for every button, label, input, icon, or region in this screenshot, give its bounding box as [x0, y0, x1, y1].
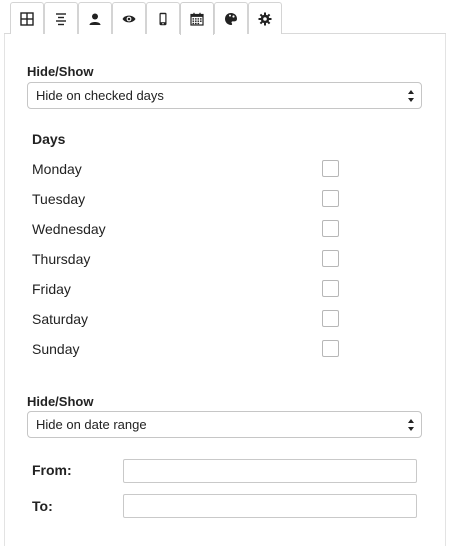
calendar-icon: [190, 12, 204, 26]
days-hide-show-select[interactable]: Hide on checked days: [27, 82, 422, 109]
tab-visibility[interactable]: [112, 2, 146, 34]
grid-icon: [20, 11, 34, 26]
select-arrows-icon: [407, 418, 415, 432]
align-center-icon: [54, 12, 68, 26]
day-row-sunday: Sunday: [32, 340, 342, 360]
date-hide-show-label: Hide/Show: [27, 394, 94, 409]
day-checkbox-wednesday[interactable]: [322, 220, 339, 237]
day-checkbox-sunday[interactable]: [322, 340, 339, 357]
day-label: Friday: [32, 281, 71, 297]
day-checkbox-thursday[interactable]: [322, 250, 339, 267]
eye-icon: [122, 12, 136, 26]
tab-alignment[interactable]: [44, 2, 78, 34]
days-select-value: Hide on checked days: [36, 88, 164, 103]
day-label: Wednesday: [32, 221, 106, 237]
tab-settings[interactable]: [248, 2, 282, 34]
to-date-input[interactable]: [123, 494, 417, 518]
tab-schedule[interactable]: [180, 2, 214, 35]
day-row-friday: Friday: [32, 280, 342, 300]
day-checkbox-saturday[interactable]: [322, 310, 339, 327]
tab-mobile[interactable]: [146, 2, 180, 34]
day-row-tuesday: Tuesday: [32, 190, 342, 210]
mobile-phone-icon: [156, 12, 170, 26]
tab-user[interactable]: [78, 2, 112, 34]
user-icon: [88, 12, 102, 26]
day-label: Monday: [32, 161, 82, 177]
day-label: Sunday: [32, 341, 80, 357]
gear-icon: [258, 12, 272, 26]
tab-layout[interactable]: [10, 2, 44, 34]
day-row-thursday: Thursday: [32, 250, 342, 270]
palette-icon: [224, 12, 238, 26]
days-title: Days: [32, 131, 66, 147]
tab-bar: [4, 0, 446, 35]
day-checkbox-friday[interactable]: [322, 280, 339, 297]
days-hide-show-label: Hide/Show: [27, 64, 94, 79]
date-hide-show-select[interactable]: Hide on date range: [27, 411, 422, 438]
select-arrows-icon: [407, 89, 415, 103]
from-date-input[interactable]: [123, 459, 417, 483]
tab-style[interactable]: [214, 2, 248, 34]
from-label: From:: [32, 462, 72, 478]
day-checkbox-monday[interactable]: [322, 160, 339, 177]
day-label: Thursday: [32, 251, 91, 267]
day-label: Saturday: [32, 311, 89, 327]
day-row-monday: Monday: [32, 160, 342, 180]
day-checkbox-tuesday[interactable]: [322, 190, 339, 207]
day-row-saturday: Saturday: [32, 310, 342, 330]
date-select-value: Hide on date range: [36, 417, 147, 432]
day-row-wednesday: Wednesday: [32, 220, 342, 240]
day-label: Tuesday: [32, 191, 86, 207]
to-label: To:: [32, 498, 53, 514]
